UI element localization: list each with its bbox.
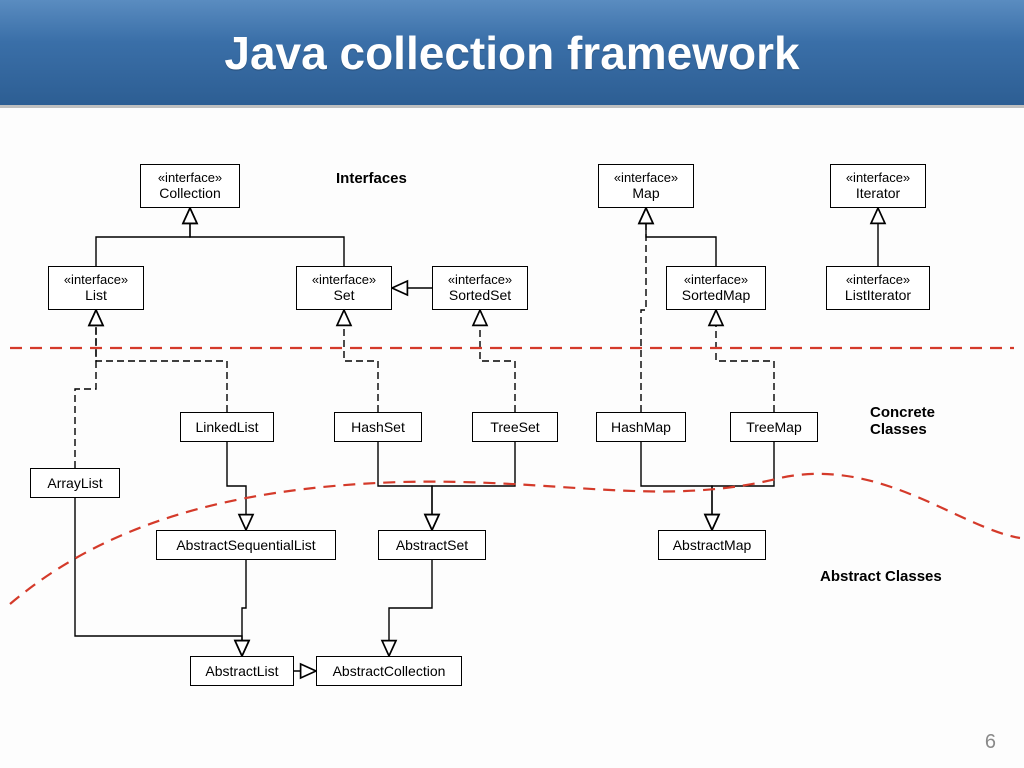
node-linkedlist: LinkedList <box>180 412 274 442</box>
label-concrete: Concrete Classes <box>870 404 990 438</box>
stereotype: «interface» <box>846 272 910 288</box>
diagram-canvas: «interface»Collection«interface»List«int… <box>0 108 1024 768</box>
page-title: Java collection framework <box>224 26 799 80</box>
node-listiterator: «interface»ListIterator <box>826 266 930 310</box>
class-name: TreeSet <box>490 419 539 436</box>
class-name: List <box>85 287 107 304</box>
class-name: SortedSet <box>449 287 511 304</box>
stereotype: «interface» <box>684 272 748 288</box>
class-name: Iterator <box>856 185 900 202</box>
node-abstractset: AbstractSet <box>378 530 486 560</box>
stereotype: «interface» <box>64 272 128 288</box>
stereotype: «interface» <box>846 170 910 186</box>
class-name: ArrayList <box>47 475 102 492</box>
node-hashmap: HashMap <box>596 412 686 442</box>
stereotype: «interface» <box>448 272 512 288</box>
class-name: HashSet <box>351 419 405 436</box>
page-number: 6 <box>985 731 996 754</box>
label-abstract: Abstract Classes <box>820 568 942 585</box>
title-bar: Java collection framework <box>0 0 1024 108</box>
class-name: SortedMap <box>682 287 750 304</box>
class-name: AbstractList <box>205 663 278 680</box>
class-name: Set <box>333 287 354 304</box>
class-name: LinkedList <box>195 419 258 436</box>
class-name: AbstractSequentialList <box>176 537 315 554</box>
node-treemap: TreeMap <box>730 412 818 442</box>
class-name: AbstractMap <box>673 537 752 554</box>
node-list: «interface»List <box>48 266 144 310</box>
node-collection: «interface»Collection <box>140 164 240 208</box>
node-arraylist: ArrayList <box>30 468 120 498</box>
stereotype: «interface» <box>614 170 678 186</box>
class-name: AbstractSet <box>396 537 468 554</box>
node-abstractcollection: AbstractCollection <box>316 656 462 686</box>
node-abstractmap: AbstractMap <box>658 530 766 560</box>
node-map: «interface»Map <box>598 164 694 208</box>
class-name: TreeMap <box>746 419 802 436</box>
class-name: HashMap <box>611 419 671 436</box>
stereotype: «interface» <box>312 272 376 288</box>
node-iterator: «interface»Iterator <box>830 164 926 208</box>
stereotype: «interface» <box>158 170 222 186</box>
node-hashset: HashSet <box>334 412 422 442</box>
class-name: AbstractCollection <box>333 663 446 680</box>
node-sortedmap: «interface»SortedMap <box>666 266 766 310</box>
node-sortedset: «interface»SortedSet <box>432 266 528 310</box>
label-interfaces: Interfaces <box>336 170 407 187</box>
node-treeset: TreeSet <box>472 412 558 442</box>
class-name: ListIterator <box>845 287 911 304</box>
node-abstractsequentiallist: AbstractSequentialList <box>156 530 336 560</box>
node-set: «interface»Set <box>296 266 392 310</box>
class-name: Map <box>632 185 659 202</box>
class-name: Collection <box>159 185 220 202</box>
node-abstractlist: AbstractList <box>190 656 294 686</box>
